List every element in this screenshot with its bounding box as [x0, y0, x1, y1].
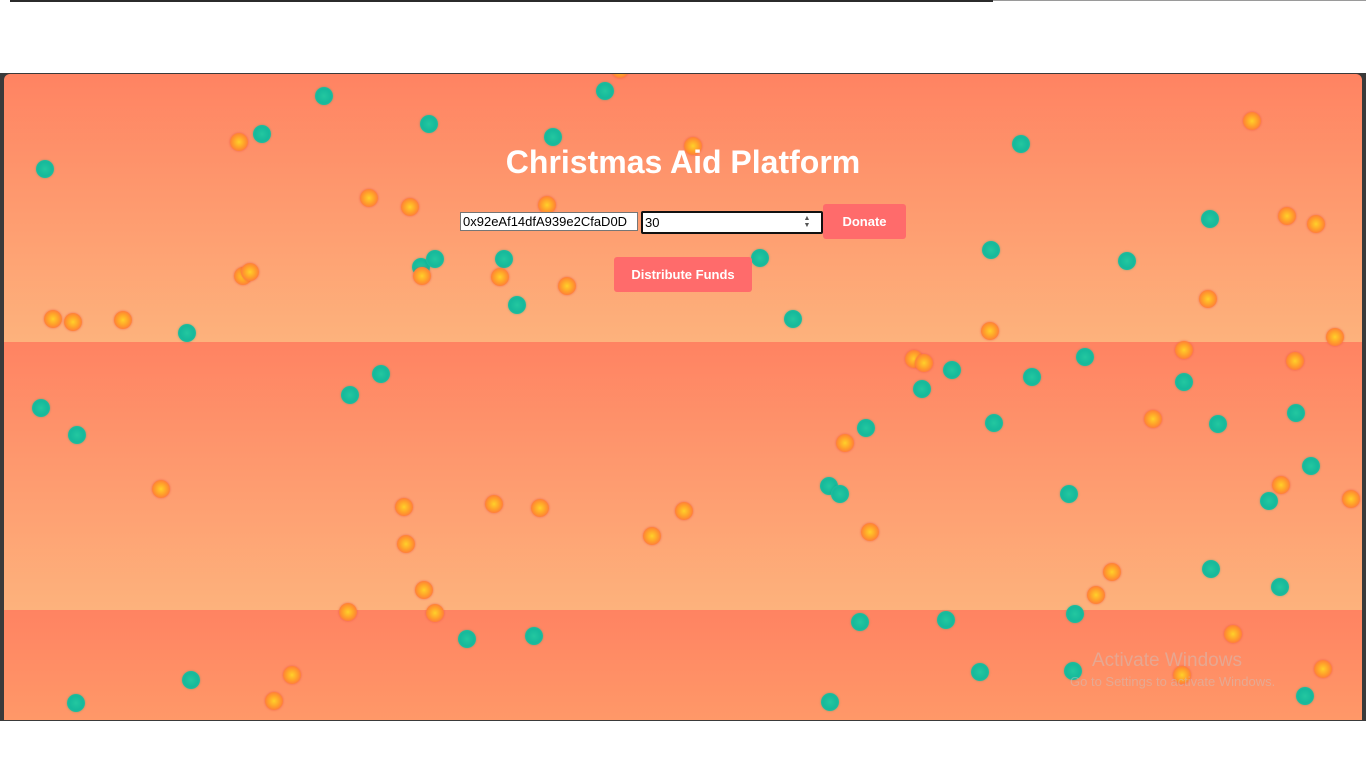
green-ornament-dot — [1066, 605, 1084, 623]
orange-ornament-dot — [675, 502, 693, 520]
green-ornament-dot — [525, 627, 543, 645]
orange-ornament-dot — [1314, 660, 1332, 678]
green-ornament-dot — [426, 250, 444, 268]
orange-ornament-dot — [1278, 207, 1296, 225]
orange-ornament-dot — [915, 354, 933, 372]
green-ornament-dot — [857, 419, 875, 437]
green-ornament-dot — [67, 694, 85, 712]
orange-ornament-dot — [1286, 352, 1304, 370]
green-ornament-dot — [784, 310, 802, 328]
orange-ornament-dot — [485, 495, 503, 513]
orange-ornament-dot — [1307, 215, 1325, 233]
green-ornament-dot — [1271, 578, 1289, 596]
green-ornament-dot — [596, 82, 614, 100]
green-ornament-dot — [68, 426, 86, 444]
orange-ornament-dot — [1175, 341, 1193, 359]
orange-ornament-dot — [397, 535, 415, 553]
green-ornament-dot — [971, 663, 989, 681]
windows-activation-watermark: Activate Windows Go to Settings to activ… — [1070, 650, 1275, 689]
orange-ornament-dot — [491, 268, 509, 286]
orange-ornament-dot — [426, 604, 444, 622]
orange-ornament-dot — [1342, 490, 1360, 508]
page-title: Christmas Aid Platform — [505, 144, 861, 180]
green-ornament-dot — [937, 611, 955, 629]
green-ornament-dot — [508, 296, 526, 314]
orange-ornament-dot — [1243, 112, 1261, 130]
green-ornament-dot — [458, 630, 476, 648]
watermark-title: Activate Windows — [1092, 650, 1242, 671]
orange-ornament-dot — [643, 527, 661, 545]
green-ornament-dot — [943, 361, 961, 379]
green-ornament-dot — [253, 125, 271, 143]
window-top-border — [10, 0, 993, 2]
orange-ornament-dot — [152, 480, 170, 498]
green-ornament-dot — [178, 324, 196, 342]
distribute-funds-button[interactable]: Distribute Funds — [614, 257, 752, 292]
recipient-address-input[interactable] — [460, 212, 638, 231]
green-ornament-dot — [982, 241, 1000, 259]
donate-button[interactable]: Donate — [823, 204, 906, 239]
donation-amount-input[interactable] — [641, 211, 823, 234]
page-bottom-area — [0, 721, 1366, 768]
orange-ornament-dot — [836, 434, 854, 452]
app-stage: Christmas Aid Platform ▲▼ Donate Distrib… — [4, 74, 1362, 720]
number-spinner-icon[interactable]: ▲ ▼ — [803, 215, 811, 229]
green-ornament-dot — [1201, 210, 1219, 228]
green-ornament-dot — [1202, 560, 1220, 578]
green-ornament-dot — [1209, 415, 1227, 433]
orange-ornament-dot — [1144, 410, 1162, 428]
green-ornament-dot — [315, 87, 333, 105]
orange-ornament-dot — [241, 263, 259, 281]
orange-ornament-dot — [558, 277, 576, 295]
orange-ornament-dot — [531, 499, 549, 517]
green-ornament-dot — [913, 380, 931, 398]
green-ornament-dot — [831, 485, 849, 503]
green-ornament-dot — [495, 250, 513, 268]
green-ornament-dot — [420, 115, 438, 133]
orange-ornament-dot — [44, 310, 62, 328]
green-ornament-dot — [1287, 404, 1305, 422]
green-ornament-dot — [1023, 368, 1041, 386]
window-top-border-right — [993, 0, 1366, 1]
orange-ornament-dot — [1272, 476, 1290, 494]
green-ornament-dot — [1175, 373, 1193, 391]
green-ornament-dot — [1296, 687, 1314, 705]
orange-ornament-dot — [360, 189, 378, 207]
watermark-subtitle: Go to Settings to activate Windows. — [1070, 674, 1276, 689]
green-ornament-dot — [851, 613, 869, 631]
green-ornament-dot — [182, 671, 200, 689]
green-ornament-dot — [1302, 457, 1320, 475]
orange-ornament-dot — [1224, 625, 1242, 643]
orange-ornament-dot — [64, 313, 82, 331]
green-ornament-dot — [751, 249, 769, 267]
green-ornament-dot — [341, 386, 359, 404]
green-ornament-dot — [821, 693, 839, 711]
orange-ornament-dot — [114, 311, 132, 329]
orange-ornament-dot — [1326, 328, 1344, 346]
orange-ornament-dot — [861, 523, 879, 541]
orange-ornament-dot — [415, 581, 433, 599]
green-ornament-dot — [1260, 492, 1278, 510]
orange-ornament-dot — [283, 666, 301, 684]
green-ornament-dot — [372, 365, 390, 383]
orange-ornament-dot — [611, 74, 629, 78]
green-ornament-dot — [1060, 485, 1078, 503]
orange-ornament-dot — [1103, 563, 1121, 581]
orange-ornament-dot — [413, 267, 431, 285]
orange-ornament-dot — [1087, 586, 1105, 604]
orange-ornament-dot — [401, 198, 419, 216]
orange-ornament-dot — [395, 498, 413, 516]
green-ornament-dot — [1076, 348, 1094, 366]
orange-ornament-dot — [339, 603, 357, 621]
green-ornament-dot — [985, 414, 1003, 432]
green-ornament-dot — [1118, 252, 1136, 270]
orange-ornament-dot — [981, 322, 999, 340]
orange-ornament-dot — [265, 692, 283, 710]
green-ornament-dot — [32, 399, 50, 417]
orange-ornament-dot — [1199, 290, 1217, 308]
